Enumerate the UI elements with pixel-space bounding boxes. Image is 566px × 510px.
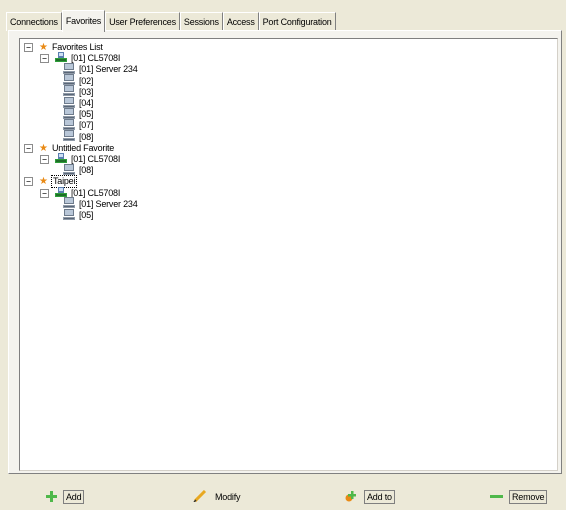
- tree-node-label: [05]: [79, 210, 94, 220]
- star-icon: ★: [39, 42, 48, 53]
- add-to-button-label: Add to: [364, 490, 395, 504]
- tree-node[interactable]: − ★ Taipei: [24, 175, 78, 189]
- tree-node-label: [01] CL5708I: [71, 154, 121, 164]
- modify-button[interactable]: Modify: [193, 489, 242, 504]
- tree-node-label: [03]: [79, 86, 94, 97]
- add-to-button[interactable]: Add to: [345, 490, 395, 504]
- tree-expander-icon[interactable]: −: [24, 43, 33, 52]
- tree-node-label: [05]: [79, 109, 94, 120]
- star-icon: ★: [39, 142, 48, 154]
- tree-expander-icon[interactable]: −: [24, 177, 33, 187]
- tree-node-label: [02]: [79, 75, 94, 86]
- tree-node-label: [08]: [79, 165, 94, 176]
- tree-expander-icon[interactable]: −: [40, 188, 49, 198]
- tab-connections[interactable]: Connections: [6, 12, 62, 31]
- tab-favorites[interactable]: Favorites: [61, 10, 106, 32]
- pencil-icon: [193, 489, 207, 504]
- tab-user-preferences[interactable]: User Preferences: [105, 12, 180, 31]
- tree-expander-icon[interactable]: −: [40, 54, 49, 64]
- tab-access[interactable]: Access: [222, 12, 259, 31]
- tree-node[interactable]: − [01] CL5708I: [40, 52, 121, 64]
- tree-node-label: [01] Server 234: [79, 64, 138, 75]
- tree-node-label: [08]: [79, 131, 94, 142]
- tree-expander-icon[interactable]: −: [40, 155, 49, 164]
- tab-port-configuration[interactable]: Port Configuration: [258, 12, 336, 31]
- tab-sessions[interactable]: Sessions: [179, 12, 223, 31]
- remove-button-label: Remove: [509, 490, 548, 504]
- tree-node[interactable]: − [01] CL5708I: [40, 186, 121, 199]
- computer-icon: [63, 208, 75, 223]
- tree-node[interactable]: − [01] CL5708I: [40, 153, 121, 165]
- plus-icon: [46, 490, 57, 504]
- add-button[interactable]: Add: [46, 490, 85, 504]
- tab-bar: Connections Favorites User Preferences S…: [6, 9, 336, 32]
- add-button-label: Add: [63, 490, 85, 504]
- star-icon: ★: [39, 176, 48, 188]
- add-to-icon: [345, 490, 358, 504]
- tree-node[interactable]: [05]: [63, 208, 94, 223]
- tree-node-label: [01] Server 234: [79, 198, 138, 209]
- remove-button[interactable]: Remove: [490, 490, 548, 504]
- modify-button-label: Modify: [215, 492, 241, 502]
- tree-node[interactable]: − ★ Untitled Favorite: [24, 143, 115, 154]
- tree-expander-icon[interactable]: −: [24, 143, 33, 153]
- favorites-tree[interactable]: − ★ Favorites List − [01] CL5708I [01] Server…: [19, 38, 558, 471]
- tree-node-label: [01] CL5708I: [71, 53, 121, 64]
- tree-node-label: [07]: [79, 120, 94, 131]
- tree-node-label: [04]: [79, 98, 94, 108]
- tree-node[interactable]: [08]: [63, 130, 94, 143]
- tree-node-label: [01] CL5708I: [71, 187, 121, 198]
- minus-icon: [490, 491, 503, 504]
